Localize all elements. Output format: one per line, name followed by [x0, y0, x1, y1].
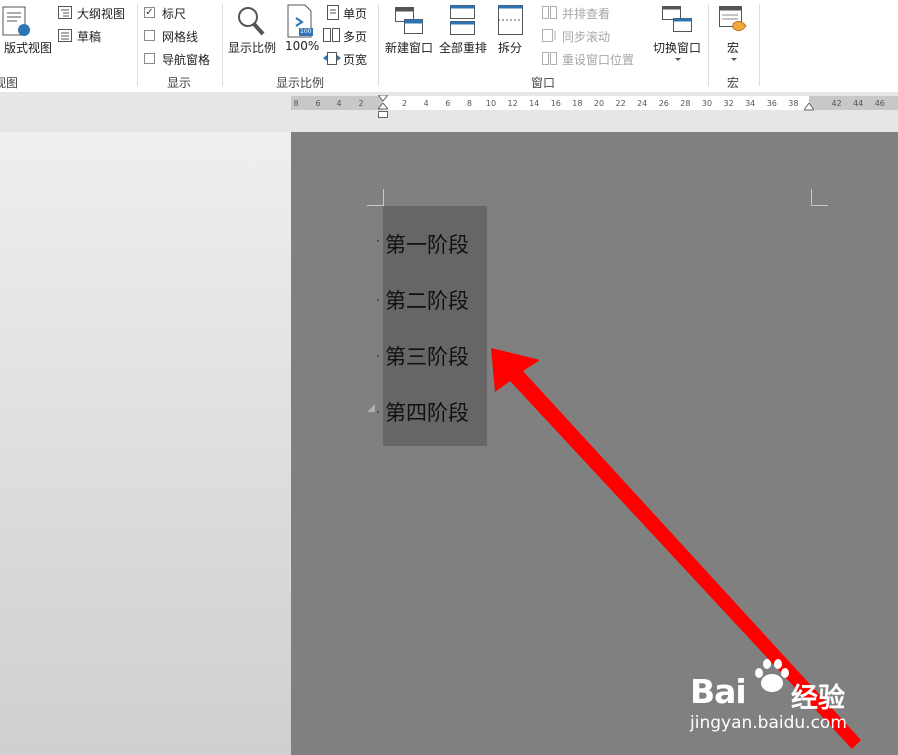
baidu-paw-icon	[755, 659, 789, 692]
watermark-suffix: 经验	[791, 683, 845, 714]
red-arrow-annotation	[491, 348, 861, 749]
watermark-url: jingyan.baidu.com	[690, 713, 847, 733]
watermark-brand: Bai	[690, 672, 747, 711]
